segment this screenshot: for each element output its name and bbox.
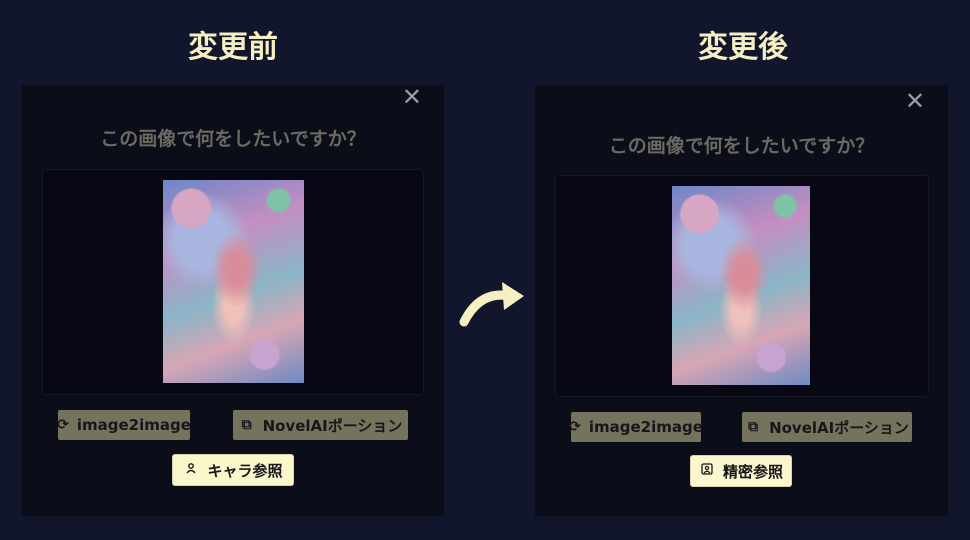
artwork-image: [163, 180, 304, 383]
novelai-potion-button[interactable]: ⧉ NovelAIポーション: [742, 412, 912, 442]
image2image-button[interactable]: ⟳ image2image: [569, 412, 703, 442]
character-reference-label: キャラ参照: [207, 461, 283, 480]
novelai-potion-label: NovelAIポーション: [769, 418, 909, 437]
refresh-icon: ⟳: [569, 419, 581, 435]
character-reference-button[interactable]: キャラ参照: [173, 455, 293, 485]
person-icon: [183, 462, 199, 478]
copy-icon: ⧉: [241, 417, 252, 433]
after-dialog: ✕ この画像で何をしたいですか？ ⟳ image2image ⧉ NovelAI…: [535, 85, 948, 516]
after-heading: 変更後: [698, 30, 788, 65]
artwork-image: [672, 186, 810, 385]
precise-reference-label: 精密参照: [722, 462, 783, 481]
portrait-icon: [699, 463, 715, 479]
novelai-potion-label: NovelAIポーション: [262, 416, 403, 435]
novelai-potion-button[interactable]: ⧉ NovelAIポーション: [233, 410, 408, 440]
image2image-button[interactable]: ⟳ image2image: [57, 410, 191, 440]
before-dialog: ✕ この画像で何をしたいですか？ ⟳ image2image ⧉ NovelAI…: [22, 85, 444, 516]
image2image-label: image2image: [588, 418, 703, 436]
dialog-question: この画像で何をしたいですか？: [100, 128, 366, 150]
close-icon[interactable]: ✕: [402, 85, 422, 109]
dialog-question: この画像で何をしたいですか？: [608, 135, 875, 157]
curved-arrow-icon: [459, 282, 524, 327]
refresh-icon: ⟳: [57, 417, 69, 433]
image-preview-frame: [42, 169, 424, 395]
copy-icon: ⧉: [748, 419, 759, 435]
image-preview-frame: [555, 175, 929, 397]
image2image-label: image2image: [76, 416, 191, 434]
close-icon[interactable]: ✕: [905, 89, 925, 113]
precise-reference-button[interactable]: 精密参照: [691, 456, 791, 486]
before-heading: 変更前: [188, 30, 278, 65]
